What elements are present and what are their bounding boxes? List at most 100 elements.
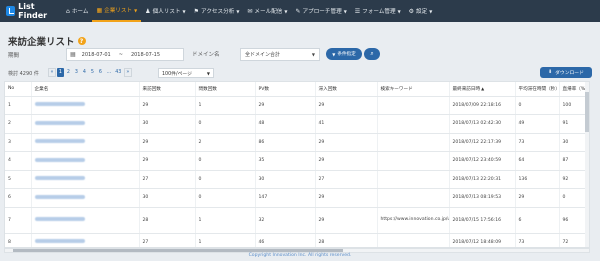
calendar-icon: ▦ [70, 51, 76, 58]
page-title: 来訪企業リスト [8, 37, 75, 48]
column-header[interactable]: 問数回数 [195, 82, 256, 97]
table-cell[interactable] [31, 233, 140, 247]
condition-button[interactable]: ▼ 条件指定 [326, 48, 362, 60]
company-name-link[interactable] [34, 139, 85, 144]
download-button-label: ダウンロード [555, 71, 584, 76]
table-cell[interactable] [31, 133, 140, 152]
company-name-link[interactable] [34, 102, 85, 107]
table-cell: 6 [5, 188, 32, 208]
company-name-link[interactable] [34, 194, 85, 199]
chevron-down-icon: ▼ [206, 70, 210, 76]
nav-item-5[interactable]: ✎ アプローチ管理 ▼ [291, 0, 350, 22]
table-cell: 2018/07/12 23:40:59 [449, 151, 516, 171]
table-row[interactable]: 3 29 2 86 29 2018/07/12 22:17:39 73 30 [5, 133, 589, 152]
table-row[interactable]: 1 29 1 29 29 2018/07/09 22:18:16 0 100 [5, 96, 589, 115]
column-header[interactable]: 滞入回数 [315, 82, 378, 97]
horizontal-scrollbar-thumb[interactable] [13, 249, 343, 252]
search-button[interactable]: ⌕ [364, 48, 380, 60]
table-cell: 29 [255, 96, 316, 115]
column-header[interactable]: 来訪回数 [139, 82, 196, 97]
date-from: 2018-07-01 [81, 51, 111, 58]
table-cell: 73 [515, 233, 560, 247]
page-link[interactable]: 3 [73, 68, 80, 77]
caret-down-icon: ▼ [332, 51, 336, 57]
page-link[interactable]: … [105, 68, 113, 77]
table-cell[interactable] [31, 96, 140, 115]
nav-label: メール配信 [254, 9, 283, 15]
nav-item-7[interactable]: ⚙ 設定 ▼ [405, 0, 437, 22]
table-cell[interactable] [31, 151, 140, 171]
page-prev-button[interactable]: « [48, 68, 56, 77]
search-icon: ⌕ [370, 50, 374, 57]
result-count: 検討 4290 件 [8, 71, 39, 77]
column-header-label: PV数 [258, 86, 270, 92]
footer-copyright: Copyright Innovation Inc. All rights res… [248, 253, 352, 258]
page-link[interactable]: 5 [89, 68, 96, 77]
download-button[interactable]: ⬇ ダウンロード [540, 67, 592, 78]
nav-item-6[interactable]: ☰ フォーム管理 ▼ [351, 0, 405, 22]
nav-item-0[interactable]: ⌂ ホーム [62, 0, 92, 22]
table-cell: 32 [255, 207, 316, 234]
vertical-scrollbar-thumb[interactable] [585, 92, 589, 132]
table-row[interactable]: 7 2813229https://www.innovation.co.jp/uru… [5, 207, 589, 234]
column-header-label: 企業名 [34, 86, 49, 92]
table-cell: 29 [139, 151, 196, 171]
company-name-link[interactable] [34, 176, 85, 181]
nav-icon: ✉ [247, 7, 253, 15]
main-nav: ⌂ ホーム ▦ 企業リスト ▼ ♟ 個人リスト ▼ ⚑ アクセス分析 ▼ ✉ メール配信 ▼ ✎ アプローチ管… [62, 0, 436, 22]
chevron-down-icon: ▼ [134, 7, 138, 13]
column-header[interactable]: 最終来訪日時▲ [449, 82, 516, 97]
company-name-link[interactable] [34, 217, 85, 221]
nav-item-4[interactable]: ✉ メール配信 ▼ [243, 0, 291, 22]
column-header[interactable]: No [5, 82, 32, 97]
table-cell: 30 [255, 170, 316, 189]
nav-label: ホーム [71, 9, 89, 15]
company-name-link[interactable] [34, 120, 85, 125]
column-header[interactable]: 企業名 [31, 82, 140, 97]
table-cell[interactable] [31, 114, 140, 134]
app-logo[interactable]: List Finder [0, 2, 62, 20]
per-page-select[interactable]: 100件/ページ ▼ [158, 68, 214, 78]
table-cell [377, 114, 450, 134]
page-link[interactable]: 6 [97, 68, 104, 77]
table-cell[interactable] [31, 188, 140, 208]
column-header[interactable]: 平均滞在時間（秒） [515, 82, 560, 97]
table-cell[interactable] [31, 207, 140, 234]
table-cell: 30 [139, 114, 196, 134]
nav-icon: ⚙ [408, 7, 415, 15]
table-cell: 48 [255, 114, 316, 134]
table-cell: 41 [315, 114, 378, 134]
company-name-link[interactable] [34, 157, 85, 162]
page-next-button[interactable]: » [123, 68, 132, 77]
date-range-input[interactable]: ▦ 2018-07-01 ~ 2018-07-15 [66, 48, 184, 61]
vertical-scrollbar[interactable] [585, 82, 589, 247]
table-cell[interactable] [31, 170, 140, 189]
column-header-label: 問数回数 [198, 86, 217, 92]
page-link[interactable]: 4 [81, 68, 88, 77]
table-cell: 35 [255, 151, 316, 171]
nav-item-1[interactable]: ▦ 企業リスト ▼ [92, 0, 142, 22]
domain-select[interactable]: 全ドメイン合計 ▼ [240, 48, 320, 61]
table-row[interactable]: 5 27 0 30 27 2018/07/13 22:20:31 136 92 [5, 170, 589, 189]
page-link[interactable]: 2 [65, 68, 72, 77]
table-row[interactable]: 2 30 0 48 41 2018/07/13 02:42:30 49 91 [5, 114, 589, 134]
table-cell: 1 [195, 96, 256, 115]
nav-icon: ✎ [295, 7, 301, 15]
nav-item-2[interactable]: ♟ 個人リスト ▼ [141, 0, 189, 22]
column-header-label: 最終来訪日時 [452, 86, 481, 92]
column-header-label: 来訪回数 [142, 86, 161, 92]
company-name-link[interactable] [34, 239, 85, 244]
help-icon[interactable]: ? [77, 37, 86, 45]
column-header[interactable]: 検索キーワード [377, 82, 450, 97]
nav-item-3[interactable]: ⚑ アクセス分析 ▼ [190, 0, 244, 22]
table-row[interactable]: 8 27 1 46 28 2018/07/12 18:48:09 73 72 [5, 233, 589, 247]
page-header: 来訪企業リスト ? [8, 34, 86, 48]
nav-label: 設定 [416, 9, 428, 15]
page-link[interactable]: 1 [56, 68, 64, 77]
table-row[interactable]: 4 29 0 35 29 2018/07/12 23:40:59 64 87 [5, 151, 589, 171]
column-header[interactable]: PV数 [255, 82, 316, 97]
nav-label: フォーム管理 [362, 9, 396, 15]
table-row[interactable]: 6 30 0 147 29 2018/07/13 08:19:53 29 0 [5, 188, 589, 208]
table-cell [377, 233, 450, 247]
page-link[interactable]: 43 [114, 68, 123, 77]
